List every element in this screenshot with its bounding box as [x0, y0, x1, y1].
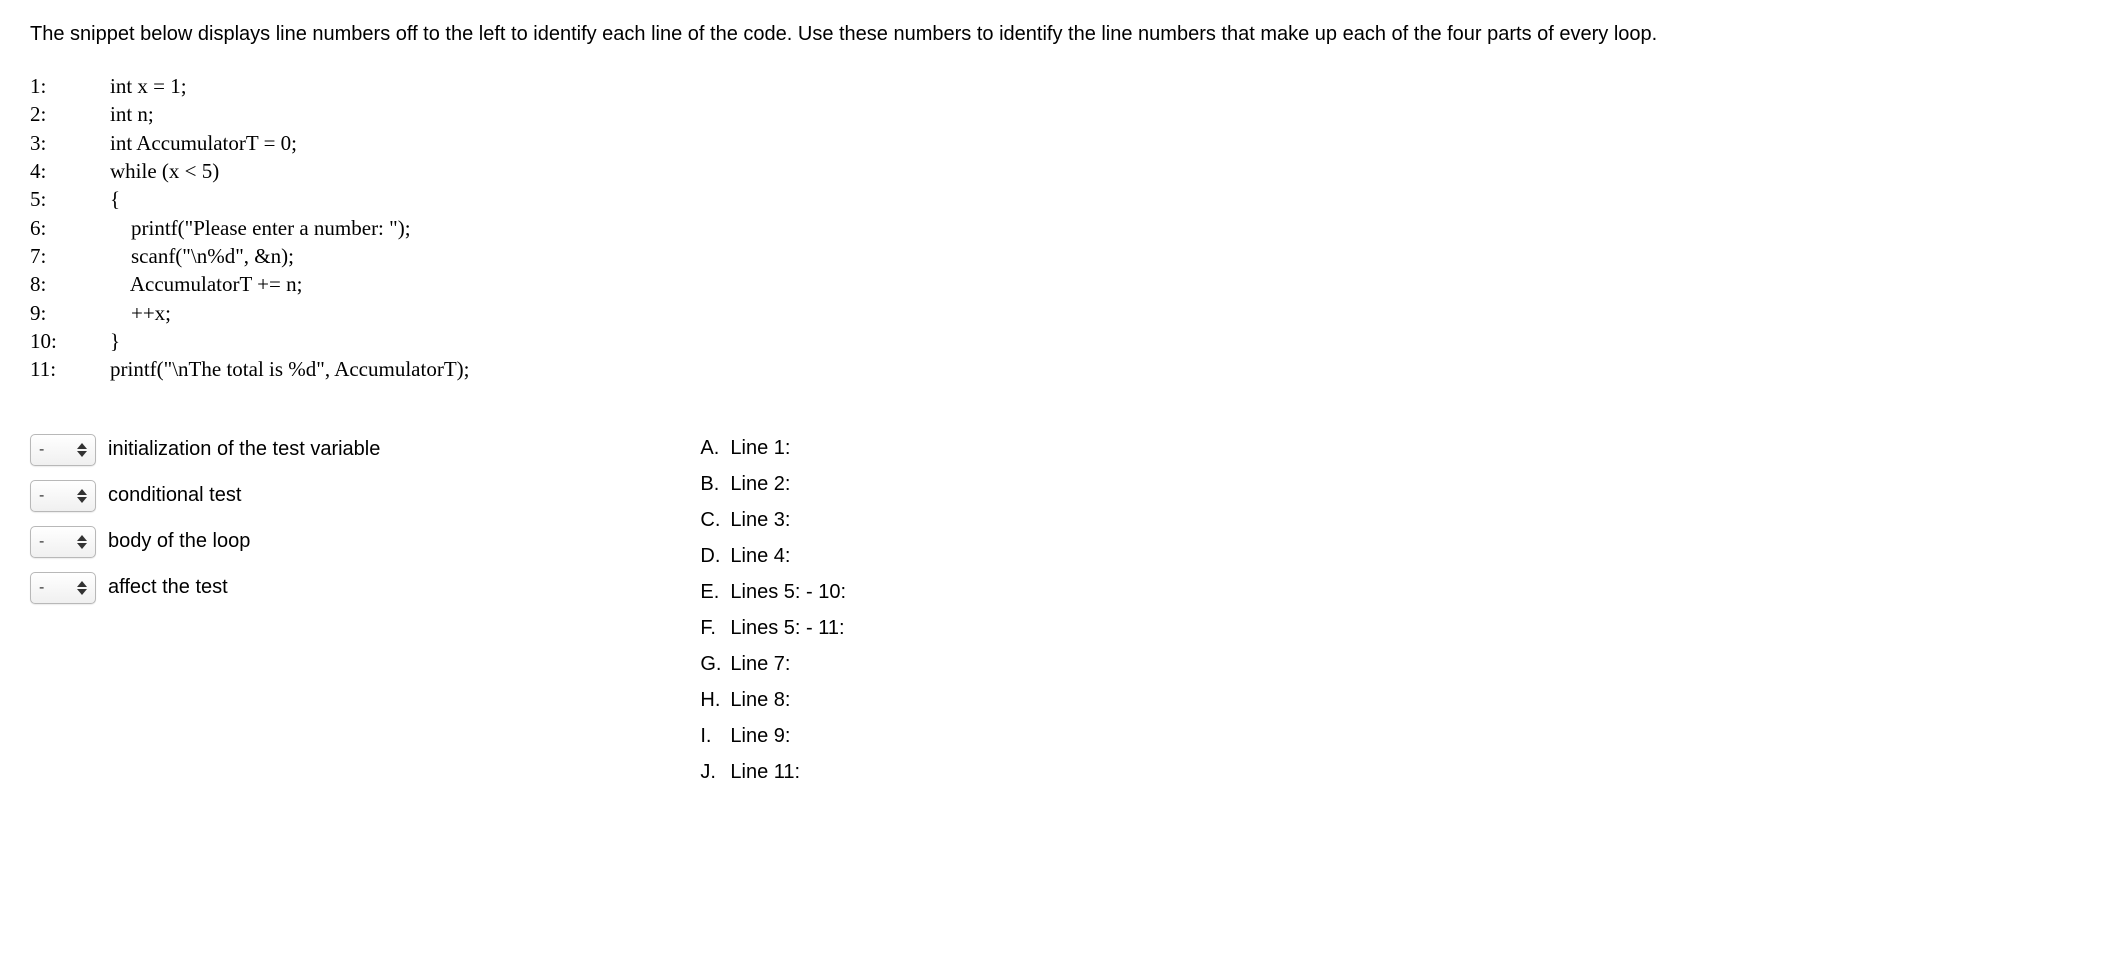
code-line: 8: AccumulatorT += n;	[30, 270, 2094, 298]
choice-text: Line 9:	[730, 722, 790, 750]
code-snippet: 1: int x = 1; 2: int n; 3: int Accumulat…	[30, 72, 2094, 384]
line-number: 5:	[30, 185, 110, 213]
stepper-arrows-icon	[77, 581, 87, 595]
line-number: 10:	[30, 327, 110, 355]
match-label: affect the test	[108, 576, 228, 599]
dropdown-value: -	[39, 533, 69, 551]
match-dropdown-initialization[interactable]: -	[30, 434, 96, 466]
choice-letter: A.	[700, 434, 730, 462]
choice-text: Lines 5: - 11:	[730, 614, 844, 642]
code-text: ++x;	[110, 299, 171, 327]
match-row-affect: - affect the test	[30, 572, 380, 604]
match-row-body: - body of the loop	[30, 526, 380, 558]
match-label: body of the loop	[108, 530, 250, 553]
choice-text: Line 11:	[730, 758, 800, 786]
choice-g: G. Line 7:	[700, 650, 846, 678]
choice-b: B. Line 2:	[700, 470, 846, 498]
choice-letter: D.	[700, 542, 730, 570]
code-text: {	[110, 185, 120, 213]
choice-letter: H.	[700, 686, 730, 714]
answer-area: - initialization of the test variable - …	[30, 434, 2094, 786]
choice-f: F. Lines 5: - 11:	[700, 614, 846, 642]
choice-text: Lines 5: - 10:	[730, 578, 846, 606]
choice-c: C. Line 3:	[700, 506, 846, 534]
matching-column: - initialization of the test variable - …	[30, 434, 380, 604]
code-line: 10: }	[30, 327, 2094, 355]
match-label: initialization of the test variable	[108, 438, 380, 461]
code-line: 2: int n;	[30, 100, 2094, 128]
question-instructions: The snippet below displays line numbers …	[30, 20, 1930, 48]
match-label: conditional test	[108, 484, 241, 507]
line-number: 4:	[30, 157, 110, 185]
line-number: 11:	[30, 355, 110, 383]
line-number: 6:	[30, 214, 110, 242]
code-text: printf("Please enter a number: ");	[110, 214, 411, 242]
code-text: }	[110, 327, 120, 355]
line-number: 3:	[30, 129, 110, 157]
line-number: 2:	[30, 100, 110, 128]
code-text: AccumulatorT += n;	[110, 270, 302, 298]
choice-e: E. Lines 5: - 10:	[700, 578, 846, 606]
stepper-arrows-icon	[77, 535, 87, 549]
choice-letter: B.	[700, 470, 730, 498]
answer-choices: A. Line 1: B. Line 2: C. Line 3: D. Line…	[700, 434, 846, 786]
code-line: 6: printf("Please enter a number: ");	[30, 214, 2094, 242]
choice-letter: E.	[700, 578, 730, 606]
choice-text: Line 2:	[730, 470, 790, 498]
choice-text: Line 4:	[730, 542, 790, 570]
code-text: while (x < 5)	[110, 157, 219, 185]
match-dropdown-affect[interactable]: -	[30, 572, 96, 604]
line-number: 8:	[30, 270, 110, 298]
choice-letter: G.	[700, 650, 730, 678]
code-line: 5: {	[30, 185, 2094, 213]
match-dropdown-conditional[interactable]: -	[30, 480, 96, 512]
dropdown-value: -	[39, 441, 69, 459]
choice-letter: J.	[700, 758, 730, 786]
line-number: 7:	[30, 242, 110, 270]
choice-text: Line 7:	[730, 650, 790, 678]
choice-d: D. Line 4:	[700, 542, 846, 570]
choice-letter: F.	[700, 614, 730, 642]
code-line: 3: int AccumulatorT = 0;	[30, 129, 2094, 157]
dropdown-value: -	[39, 579, 69, 597]
code-line: 4: while (x < 5)	[30, 157, 2094, 185]
dropdown-value: -	[39, 487, 69, 505]
match-row-initialization: - initialization of the test variable	[30, 434, 380, 466]
choice-text: Line 3:	[730, 506, 790, 534]
choice-text: Line 8:	[730, 686, 790, 714]
code-line: 1: int x = 1;	[30, 72, 2094, 100]
code-text: scanf("\n%d", &n);	[110, 242, 294, 270]
code-line: 7: scanf("\n%d", &n);	[30, 242, 2094, 270]
code-text: printf("\nThe total is %d", AccumulatorT…	[110, 355, 469, 383]
choice-a: A. Line 1:	[700, 434, 846, 462]
choice-text: Line 1:	[730, 434, 790, 462]
stepper-arrows-icon	[77, 489, 87, 503]
stepper-arrows-icon	[77, 443, 87, 457]
match-dropdown-body[interactable]: -	[30, 526, 96, 558]
code-text: int n;	[110, 100, 154, 128]
match-row-conditional: - conditional test	[30, 480, 380, 512]
line-number: 9:	[30, 299, 110, 327]
choice-j: J. Line 11:	[700, 758, 846, 786]
code-line: 11: printf("\nThe total is %d", Accumula…	[30, 355, 2094, 383]
line-number: 1:	[30, 72, 110, 100]
choice-i: I. Line 9:	[700, 722, 846, 750]
code-line: 9: ++x;	[30, 299, 2094, 327]
code-text: int x = 1;	[110, 72, 187, 100]
choice-h: H. Line 8:	[700, 686, 846, 714]
choice-letter: I.	[700, 722, 730, 750]
choice-letter: C.	[700, 506, 730, 534]
code-text: int AccumulatorT = 0;	[110, 129, 297, 157]
